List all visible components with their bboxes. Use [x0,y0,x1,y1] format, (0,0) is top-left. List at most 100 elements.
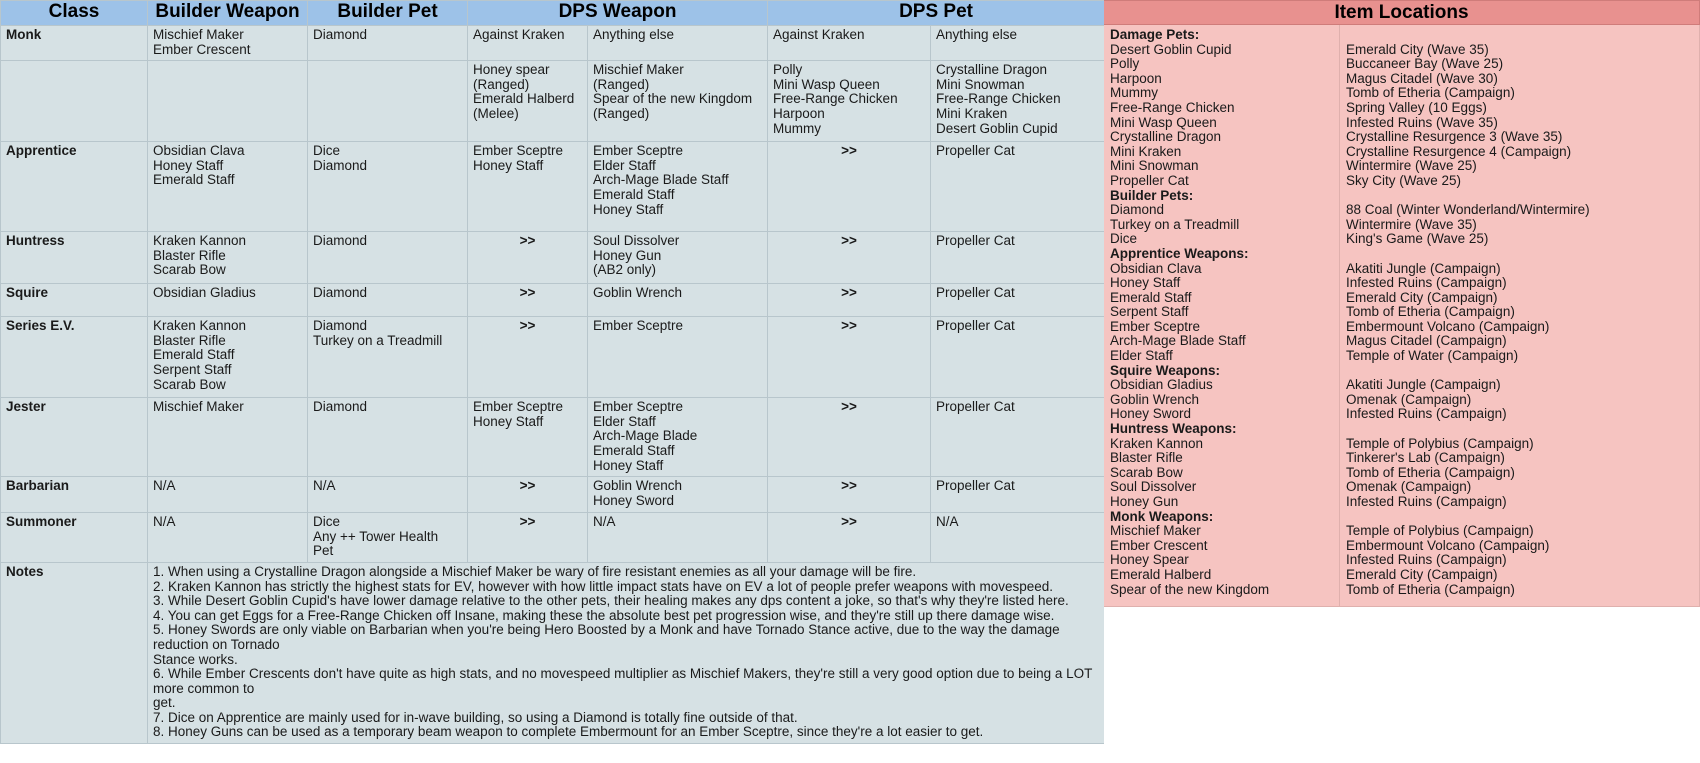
cell-dps-pet-else: Crystalline Dragon Mini Snowman Free-Range… [930,60,1106,143]
cell-dps-pet-else: Propeller Cat [930,316,1106,399]
cell-line: Arch-Mage Blade Staff [593,172,729,188]
cell-class: Huntress [0,231,148,285]
table-row: Summoner N/A Dice Any ++ Tower Health Pet… [0,512,1106,563]
cell-line: Scarab Bow [153,376,226,392]
cell-builder-weapon: Kraken Kannon Blaster Rifle Scarab Bow [147,231,308,285]
cell-builder-weapon: Obsidian Gladius [147,283,308,318]
item-locations-entry: Ember Sceptre [1110,318,1201,334]
cell-line: Turkey on a Treadmill [313,332,443,348]
cell-line: Propeller Cat [936,318,1015,334]
cell-line: Propeller Cat [936,143,1015,159]
item-locations-entry: Wintermire (Wave 25) [1346,158,1477,174]
item-locations-entry: Blaster Rifle [1110,450,1183,466]
cell-line: Ember Crescent [153,41,251,57]
note-line: 2. Kraken Kannon has strictly the highes… [153,578,1053,594]
cell-line: Serpent Staff [153,361,232,377]
cell-line: N/A [593,514,616,530]
cell-line: Mischief Maker [593,62,684,78]
item-locations-entry: Tinkerer's Lab (Campaign) [1346,450,1505,466]
cell-line: Goblin Wrench [593,478,683,494]
item-locations-filler [1104,607,1700,762]
cell-line: Soul Dissolver [593,233,680,249]
cell-dps-weapon-else: Ember Sceptre [586,316,769,399]
cell-line: Polly [773,62,803,78]
cell-line: Mini Wasp Queen [773,76,880,92]
cell-dps-pet-else: Propeller Cat [930,397,1106,478]
notes-label: Notes [0,561,148,745]
cell-line: Emerald Halberd [473,91,575,107]
item-locations-body: Damage Pets: Desert Goblin Cupid Polly Harp… [1104,25,1700,607]
cell-class: Summoner [0,512,148,563]
item-locations-group-header: Squire Weapons: [1110,362,1221,378]
cell-dps-weapon-kraken: >> [467,283,588,318]
cell-builder-pet: Diamond [307,283,468,318]
cell-dps-weapon-else: Soul Dissolver Honey Gun (AB2 only) [586,231,769,285]
cell-line: Blaster Rifle [153,332,226,348]
class-loadout-table-pane: Class Builder Weapon Builder Pet DPS Wea… [0,0,1106,745]
cell-class: Barbarian [0,476,148,514]
note-line: 1. When using a Crystalline Dragon along… [153,563,917,579]
item-locations-entry: Crystalline Resurgence 4 (Campaign) [1346,143,1572,159]
cell-builder-weapon: Kraken Kannon Blaster Rifle Emerald Staff S… [147,316,308,399]
cell-line: >> [519,514,536,530]
cell-builder-weapon: Obsidian Clava Honey Staff Emerald Staff [147,141,308,233]
item-locations-entry: Ember Crescent [1110,537,1208,553]
item-locations-names-column: Damage Pets: Desert Goblin Cupid Polly Harp… [1104,25,1340,606]
cell-line: Ember Sceptre [593,143,684,159]
cell-dps-weapon-else: Mischief Maker (Ranged) Spear of the new K… [586,60,769,143]
cell-line: Honey Staff [153,157,224,173]
item-locations-entry: Honey Sword [1110,406,1192,422]
note-line: 6. While Ember Crescents don't have quit… [153,666,1093,696]
notes-row: Notes 1. When using a Crystalline Dragon… [0,561,1106,745]
cell-line: Honey Gun [593,247,662,263]
cell-class: Squire [0,283,148,318]
table-row: Series E.V. Kraken Kannon Blaster Rifle Em… [0,316,1106,399]
cell-dps-pet-kraken: >> [767,316,932,399]
cell-line: Obsidian Gladius [153,285,256,301]
cell-dps-weapon-kraken: Honey spear (Ranged) Emerald Halberd (Melee… [467,60,588,143]
item-locations-entry: Mini Wasp Queen [1110,114,1217,130]
table-row: Barbarian N/A N/A >> Goblin Wrench Honey … [0,476,1106,514]
cell-builder-weapon: Mischief Maker [147,397,308,478]
cell-dps-pet-kraken: >> [767,476,932,514]
cell-line: Ember Sceptre [473,143,564,159]
cell-line: Propeller Cat [936,399,1015,415]
item-locations-entry: Emerald City (Campaign) [1346,566,1498,582]
cell-line: Elder Staff [593,157,656,173]
cell-dps-pet-kraken: >> [767,231,932,285]
cell-line: Barbarian [6,478,70,494]
table-row: Apprentice Obsidian Clava Honey Staff Emer… [0,141,1106,233]
cell-builder-pet: Dice Diamond [307,141,468,233]
item-locations-entry: Mini Snowman [1110,158,1199,174]
item-locations-entry: Goblin Wrench [1110,391,1200,407]
item-locations-entry: Kraken Kannon [1110,435,1204,451]
cell-dps-pet-else: Propeller Cat [930,141,1106,233]
item-locations-entry: Emerald Halberd [1110,566,1212,582]
item-locations-entry: Desert Goblin Cupid [1110,41,1232,57]
cell-line: Apprentice [6,143,77,159]
cell-line: >> [841,399,857,415]
item-locations-entry: Embermount Volcano (Campaign) [1346,318,1550,334]
cell-line: Free-Range Chicken [936,91,1061,107]
cell-line: Anything else [593,27,675,42]
cell-line: >> [841,285,857,301]
cell-dps-pet-kraken: Against Kraken [767,24,932,62]
cell-line: Emerald Staff [593,442,675,458]
cell-line: Scarab Bow [153,262,226,278]
cell-dps-weapon-else: Goblin Wrench [586,283,769,318]
cell-line: (AB2 only) [593,262,657,278]
item-locations-entry: King's Game (Wave 25) [1346,231,1489,247]
note-line: 3. While Desert Goblin Cupid's have lowe… [153,593,1069,609]
cell-builder-weapon: N/A [147,512,308,563]
item-locations-entry: Honey Staff [1110,275,1181,291]
cell-line: Mischief Maker [153,399,244,415]
cell-dps-weapon-kraken: >> [467,476,588,514]
cell-dps-pet-else: Propeller Cat [930,231,1106,285]
item-locations-entry: Harpoon [1110,70,1162,86]
cell-line: Spear of the new Kingdom [593,91,753,107]
header-builder-weapon: Builder Weapon [147,0,308,26]
cell-line: >> [519,478,536,494]
item-locations-entry: Embermount Volcano (Campaign) [1346,537,1550,553]
item-locations-entry: Turkey on a Treadmill [1110,216,1240,232]
table-body: Monk Mischief Maker Ember Crescent Diamon… [0,24,1106,745]
